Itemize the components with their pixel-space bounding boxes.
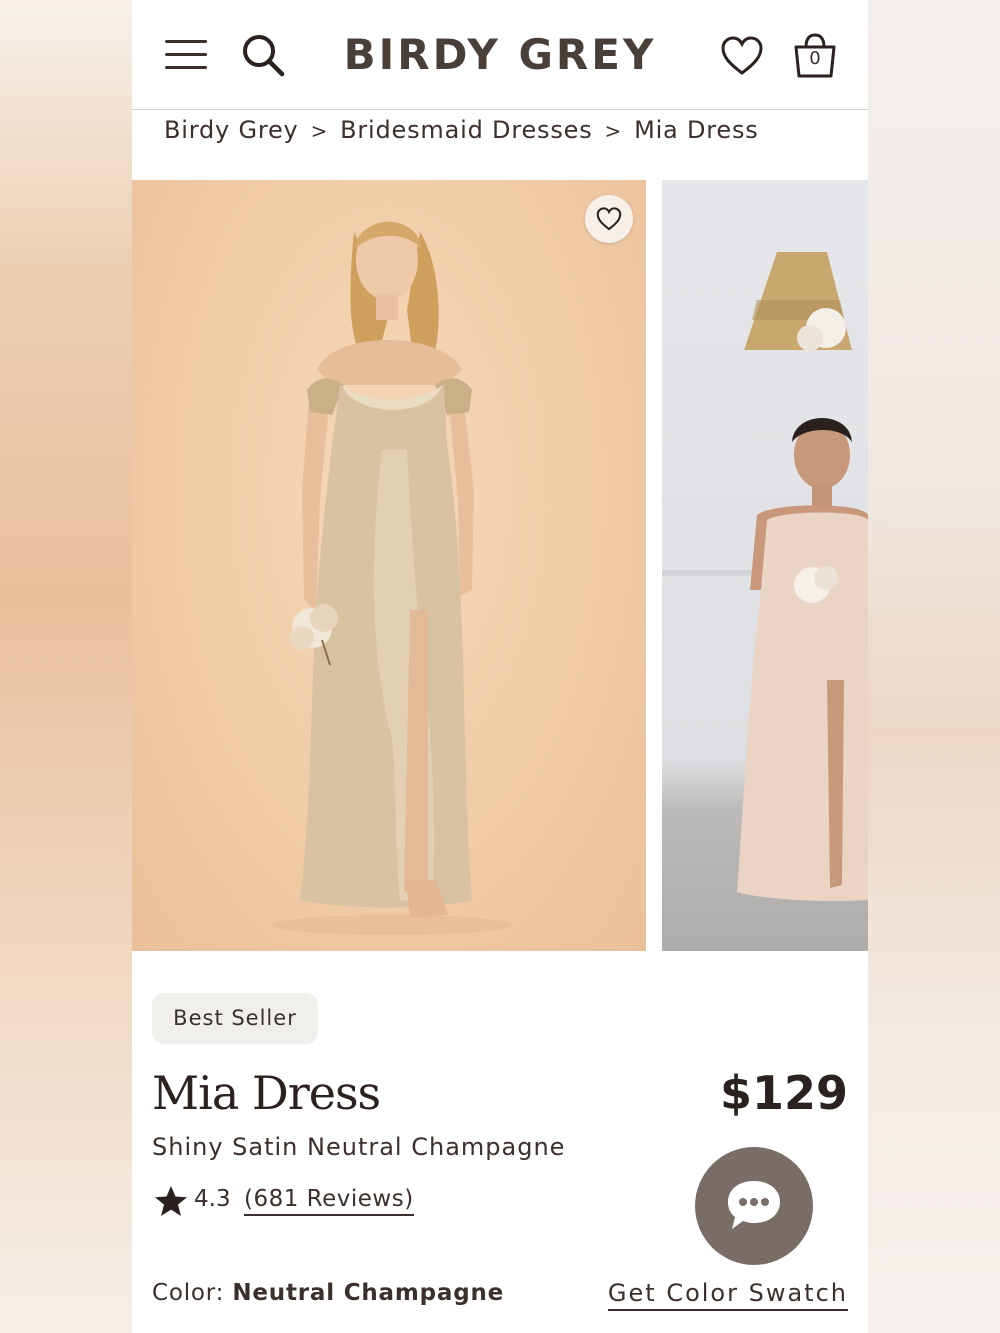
product-photo-main[interactable] [132,180,646,951]
breadcrumb-item-home[interactable]: Birdy Grey [164,116,299,144]
best-seller-badge: Best Seller [152,993,318,1044]
background-right [868,0,1000,1333]
model-illustration [272,220,512,935]
breadcrumb-separator: > [310,119,329,143]
breadcrumb-separator: > [604,119,623,143]
background-left [0,0,132,1333]
product-page: BIRDY GREY 0 Birdy Grey > Bridesmaid Dress… [132,0,868,1333]
star-icon [155,1186,187,1216]
bag-count: 0 [809,48,821,69]
heart-icon[interactable] [720,36,764,76]
reviews-link[interactable]: (681 Reviews) [244,1186,414,1216]
color-value: Neutral Champagne [232,1280,505,1306]
breadcrumb-item-category[interactable]: Bridesmaid Dresses [340,116,592,144]
site-header: BIRDY GREY 0 [132,0,868,110]
breadcrumb: Birdy Grey > Bridesmaid Dresses > Mia Dress [164,116,759,144]
color-selection: Color: Neutral Champagne [152,1280,504,1306]
product-gallery[interactable] [132,180,868,951]
breadcrumb-item-current[interactable]: Mia Dress [634,116,759,144]
photo-favorite-button[interactable] [585,195,633,243]
model-illustration-secondary [662,252,868,902]
chat-icon [728,1181,780,1229]
color-label: Color: [152,1280,225,1306]
chat-button[interactable] [695,1147,813,1265]
heart-icon [596,207,622,231]
get-color-swatch-link[interactable]: Get Color Swatch [607,1279,848,1311]
product-variant: Shiny Satin Neutral Champagne [152,1133,566,1161]
rating-value: 4.3 [194,1186,231,1212]
product-photo-secondary[interactable] [662,180,868,951]
product-price: $129 [719,1066,848,1120]
product-title: Mia Dress [152,1066,381,1120]
